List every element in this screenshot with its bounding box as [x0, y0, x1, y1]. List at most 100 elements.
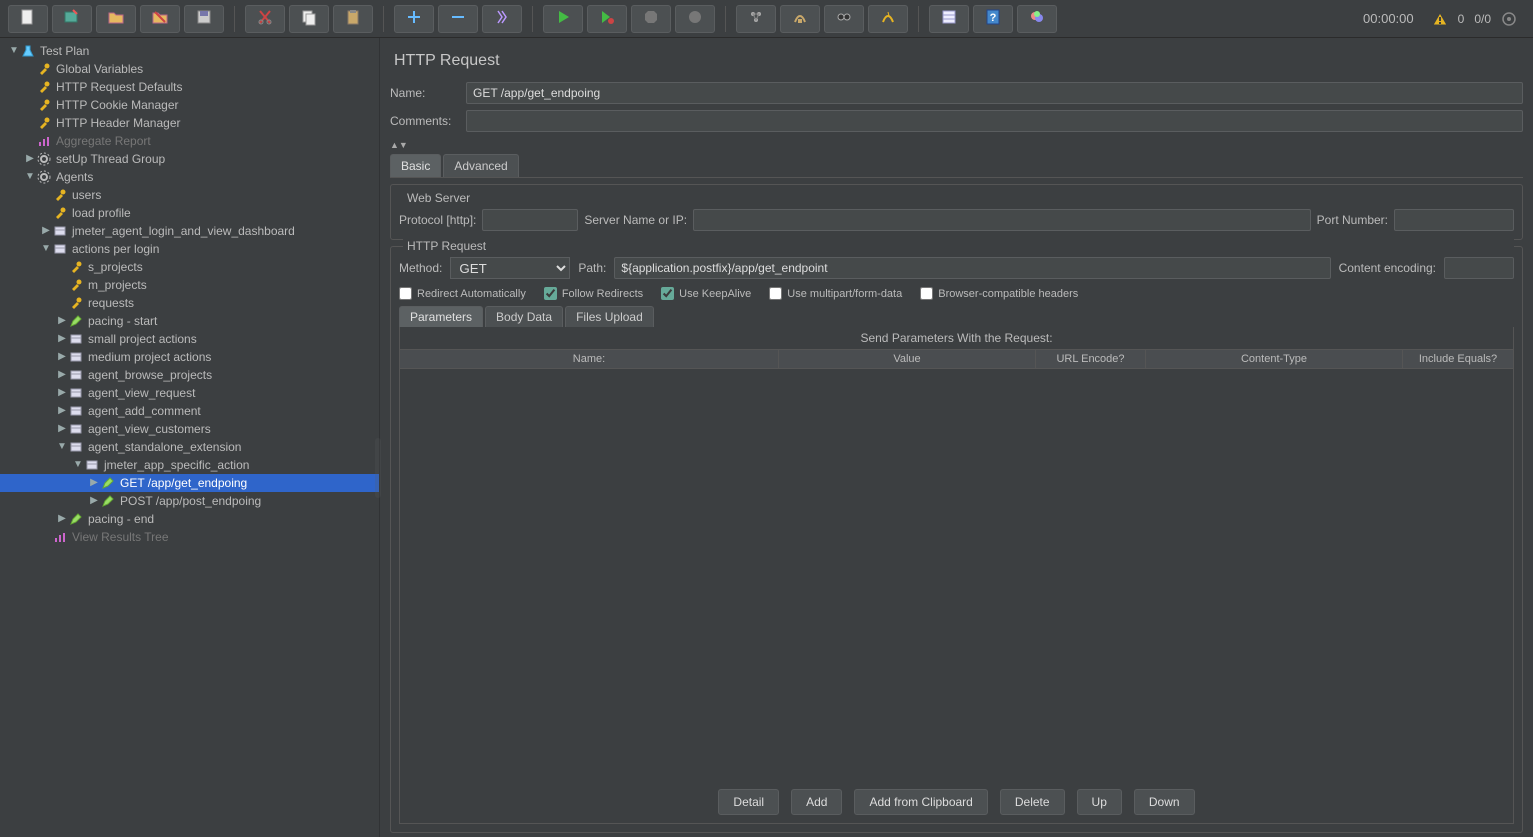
tree-node[interactable]: ▶POST /app/post_endpoing [0, 492, 379, 510]
encoding-input[interactable] [1444, 257, 1514, 279]
port-input[interactable] [1394, 209, 1514, 231]
expand-arrow-icon[interactable]: ▶ [56, 420, 68, 438]
tree-node[interactable]: HTTP Request Defaults [0, 78, 379, 96]
remote-stop-button[interactable] [780, 5, 820, 33]
expand-arrow-icon[interactable]: ▶ [56, 366, 68, 384]
tree-node[interactable]: ▶agent_add_comment [0, 402, 379, 420]
remote-start-button[interactable] [736, 5, 776, 33]
subtab-parameters[interactable]: Parameters [399, 306, 483, 327]
tree-node[interactable]: ▶medium project actions [0, 348, 379, 366]
col-include-equals[interactable]: Include Equals? [1403, 350, 1513, 368]
subtab-body-data[interactable]: Body Data [485, 306, 563, 327]
tree-node[interactable]: Aggregate Report [0, 132, 379, 150]
expand-button[interactable] [394, 5, 434, 33]
col-name[interactable]: Name: [400, 350, 779, 368]
chk-follow-redirects[interactable]: Follow Redirects [544, 287, 643, 300]
expand-arrow-icon[interactable]: ▼ [40, 240, 52, 258]
close-button[interactable] [140, 5, 180, 33]
delete-button[interactable]: Delete [1000, 789, 1065, 815]
expand-collapse-arrows[interactable]: ▲▼ [390, 140, 1523, 150]
subtab-files-upload[interactable]: Files Upload [565, 306, 654, 327]
expand-arrow-icon[interactable]: ▶ [56, 384, 68, 402]
test-plan-tree[interactable]: ▼Test PlanGlobal VariablesHTTP Request D… [0, 38, 380, 837]
chk-browser-compat[interactable]: Browser-compatible headers [920, 287, 1078, 300]
start-button[interactable] [543, 5, 583, 33]
name-input[interactable] [466, 82, 1523, 104]
protocol-input[interactable] [482, 209, 578, 231]
expand-arrow-icon[interactable]: ▶ [56, 312, 68, 330]
expand-arrow-icon[interactable]: ▶ [56, 402, 68, 420]
tree-node[interactable]: requests [0, 294, 379, 312]
tree-node[interactable]: ▶agent_view_request [0, 384, 379, 402]
new-file-button[interactable] [8, 5, 48, 33]
tree-node[interactable]: HTTP Cookie Manager [0, 96, 379, 114]
tree-node[interactable]: ▶small project actions [0, 330, 379, 348]
server-input[interactable] [693, 209, 1311, 231]
collapse-button[interactable] [438, 5, 478, 33]
chk-redirect-auto[interactable]: Redirect Automatically [399, 287, 526, 300]
tree-node[interactable]: ▶jmeter_agent_login_and_view_dashboard [0, 222, 379, 240]
expand-arrow-icon[interactable]: ▶ [56, 510, 68, 528]
tree-node[interactable]: ▼jmeter_app_specific_action [0, 456, 379, 474]
add-button[interactable]: Add [791, 789, 842, 815]
tree-node[interactable]: m_projects [0, 276, 379, 294]
shutdown-button[interactable] [675, 5, 715, 33]
theme-button[interactable] [1017, 5, 1057, 33]
tab-advanced[interactable]: Advanced [443, 154, 518, 177]
cut-button[interactable] [245, 5, 285, 33]
tree-node[interactable]: ▶setUp Thread Group [0, 150, 379, 168]
function-helper-button[interactable] [929, 5, 969, 33]
tree-node[interactable]: Global Variables [0, 60, 379, 78]
open-button[interactable] [96, 5, 136, 33]
tree-node[interactable]: ▶pacing - end [0, 510, 379, 528]
col-value[interactable]: Value [779, 350, 1036, 368]
col-content-type[interactable]: Content-Type [1146, 350, 1403, 368]
clear-all-button[interactable] [868, 5, 908, 33]
tree-node[interactable]: load profile [0, 204, 379, 222]
expand-arrow-icon[interactable]: ▼ [72, 456, 84, 474]
expand-arrow-icon[interactable]: ▼ [8, 42, 20, 60]
tree-node[interactable]: ▼Test Plan [0, 42, 379, 60]
tree-node[interactable]: s_projects [0, 258, 379, 276]
tree-node[interactable]: users [0, 186, 379, 204]
tree-node[interactable]: ▶pacing - start [0, 312, 379, 330]
expand-arrow-icon[interactable]: ▼ [24, 168, 36, 186]
chk-multipart[interactable]: Use multipart/form-data [769, 287, 902, 300]
toggle-button[interactable] [482, 5, 522, 33]
start-no-pause-button[interactable] [587, 5, 627, 33]
add-from-clipboard-button[interactable]: Add from Clipboard [854, 789, 987, 815]
path-input[interactable] [614, 257, 1330, 279]
new-template-button[interactable] [52, 5, 92, 33]
expand-arrow-icon[interactable]: ▶ [88, 492, 100, 510]
comments-input[interactable] [466, 110, 1523, 132]
expand-arrow-icon[interactable]: ▼ [56, 438, 68, 456]
split-drag-handle[interactable] [375, 438, 381, 498]
paste-button[interactable] [333, 5, 373, 33]
clear-button[interactable] [824, 5, 864, 33]
expand-arrow-icon[interactable]: ▶ [24, 150, 36, 168]
copy-button[interactable] [289, 5, 329, 33]
up-button[interactable]: Up [1077, 789, 1122, 815]
down-button[interactable]: Down [1134, 789, 1195, 815]
tab-basic[interactable]: Basic [390, 154, 441, 177]
method-select[interactable]: GET [450, 257, 570, 279]
help-button[interactable]: ? [973, 5, 1013, 33]
tree-node[interactable]: ▶agent_view_customers [0, 420, 379, 438]
tree-node[interactable]: ▼actions per login [0, 240, 379, 258]
expand-arrow-icon[interactable]: ▶ [40, 222, 52, 240]
expand-arrow-icon[interactable]: ▶ [88, 474, 100, 492]
save-button[interactable] [184, 5, 224, 33]
chk-keepalive[interactable]: Use KeepAlive [661, 287, 751, 300]
tree-node[interactable]: ▶GET /app/get_endpoing [0, 474, 379, 492]
detail-button[interactable]: Detail [718, 789, 779, 815]
tree-node[interactable]: ▼agent_standalone_extension [0, 438, 379, 456]
parameters-body[interactable] [400, 369, 1513, 781]
expand-arrow-icon[interactable]: ▶ [56, 348, 68, 366]
tree-node[interactable]: ▶agent_browse_projects [0, 366, 379, 384]
expand-arrow-icon[interactable]: ▶ [56, 330, 68, 348]
tree-node[interactable]: ▼Agents [0, 168, 379, 186]
stop-button[interactable] [631, 5, 671, 33]
tree-node[interactable]: HTTP Header Manager [0, 114, 379, 132]
tree-node[interactable]: View Results Tree [0, 528, 379, 546]
col-url-encode[interactable]: URL Encode? [1036, 350, 1146, 368]
